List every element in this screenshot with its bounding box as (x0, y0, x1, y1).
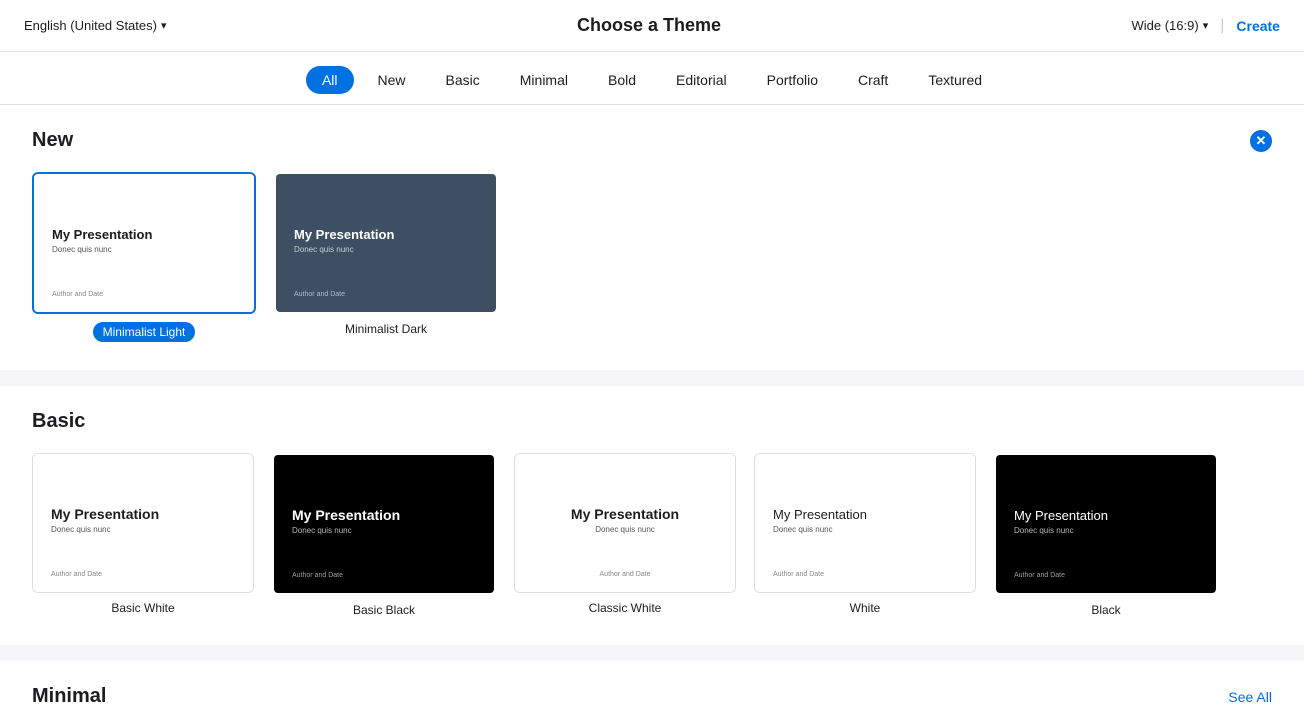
close-new-section-button[interactable]: ✕ (1250, 130, 1272, 152)
slide-title: My Presentation (292, 507, 476, 523)
classic-white-thumbnail: My Presentation Donec quis nunc Author a… (514, 453, 736, 593)
slide-title: My Presentation (294, 227, 478, 242)
slide-author: Author and Date (292, 572, 343, 579)
theme-black[interactable]: My Presentation Donec quis nunc Author a… (994, 453, 1218, 617)
slide-title: My Presentation (52, 227, 236, 242)
filter-bar: All New Basic Minimal Bold Editorial Por… (0, 52, 1304, 105)
minimal-section-header: Minimal See All (32, 685, 1272, 708)
slide-subtitle: Donec quis nunc (292, 526, 476, 535)
new-section: New ✕ My Presentation Donec quis nunc Au… (0, 105, 1304, 370)
minimalist-light-thumbnail: My Presentation Donec quis nunc Author a… (32, 172, 256, 314)
classic-white-preview: My Presentation Donec quis nunc Author a… (515, 454, 735, 592)
theme-minimalist-light[interactable]: My Presentation Donec quis nunc Author a… (32, 172, 256, 342)
close-icon: ✕ (1256, 134, 1267, 147)
slide-subtitle: Donec quis nunc (1014, 526, 1198, 535)
slide-title: My Presentation (1014, 508, 1198, 523)
white-thumbnail: My Presentation Donec quis nunc Author a… (754, 453, 976, 593)
minimalist-dark-label: Minimalist Dark (345, 322, 427, 336)
theme-classic-white[interactable]: My Presentation Donec quis nunc Author a… (514, 453, 736, 617)
slide-author: Author and Date (52, 291, 103, 298)
minimal-section: Minimal See All My Presentation Donec qu… (0, 661, 1304, 717)
basic-black-preview: My Presentation Donec quis nunc Author a… (274, 455, 494, 593)
filter-bold[interactable]: Bold (592, 66, 652, 94)
classic-white-label: Classic White (589, 601, 662, 615)
slide-subtitle: Donec quis nunc (294, 245, 478, 254)
slide-author: Author and Date (600, 571, 651, 578)
chevron-down-icon: ▾ (161, 19, 167, 32)
basic-black-thumbnail: My Presentation Donec quis nunc Author a… (272, 453, 496, 595)
theme-basic-white[interactable]: My Presentation Donec quis nunc Author a… (32, 453, 254, 617)
basic-section-title: Basic (32, 410, 85, 433)
new-basic-divider (0, 378, 1304, 386)
minimalist-dark-preview: My Presentation Donec quis nunc Author a… (276, 174, 496, 312)
basic-black-label: Basic Black (353, 603, 415, 617)
basic-white-preview: My Presentation Donec quis nunc Author a… (33, 454, 253, 592)
filter-new[interactable]: New (362, 66, 422, 94)
slide-author: Author and Date (773, 571, 824, 578)
white-label: White (850, 601, 881, 615)
language-label: English (United States) (24, 18, 157, 33)
slide-subtitle: Donec quis nunc (773, 525, 957, 534)
slide-title: My Presentation (51, 506, 235, 522)
see-all-minimal-button[interactable]: See All (1228, 689, 1272, 705)
slide-author: Author and Date (51, 571, 102, 578)
filter-craft[interactable]: Craft (842, 66, 904, 94)
minimalist-dark-thumbnail: My Presentation Donec quis nunc Author a… (274, 172, 498, 314)
new-section-title: New (32, 129, 73, 152)
basic-theme-grid: My Presentation Donec quis nunc Author a… (32, 453, 1272, 617)
basic-white-thumbnail: My Presentation Donec quis nunc Author a… (32, 453, 254, 593)
create-button[interactable]: Create (1236, 18, 1280, 34)
white-preview: My Presentation Donec quis nunc Author a… (755, 454, 975, 592)
slide-title: My Presentation (533, 506, 717, 522)
slide-subtitle: Donec quis nunc (533, 525, 717, 534)
basic-section: Basic My Presentation Donec quis nunc Au… (0, 386, 1304, 645)
minimalist-light-preview: My Presentation Donec quis nunc Author a… (34, 174, 254, 312)
filter-portfolio[interactable]: Portfolio (751, 66, 834, 94)
theme-minimalist-dark[interactable]: My Presentation Donec quis nunc Author a… (274, 172, 498, 342)
basic-minimal-divider (0, 653, 1304, 661)
filter-all[interactable]: All (306, 66, 354, 94)
filter-minimal[interactable]: Minimal (504, 66, 584, 94)
slide-subtitle: Donec quis nunc (51, 525, 235, 534)
filter-basic[interactable]: Basic (430, 66, 496, 94)
slide-title: My Presentation (773, 507, 957, 522)
chevron-down-icon: ▾ (1203, 19, 1209, 32)
black-preview: My Presentation Donec quis nunc Author a… (996, 455, 1216, 593)
black-label: Black (1091, 603, 1120, 617)
new-section-header: New ✕ (32, 129, 1272, 152)
size-selector[interactable]: Wide (16:9) ▾ (1132, 18, 1209, 33)
main-content: New ✕ My Presentation Donec quis nunc Au… (0, 105, 1304, 717)
basic-white-label: Basic White (111, 601, 174, 615)
filter-editorial[interactable]: Editorial (660, 66, 743, 94)
size-label: Wide (16:9) (1132, 18, 1199, 33)
new-theme-grid: My Presentation Donec quis nunc Author a… (32, 172, 1272, 342)
slide-author: Author and Date (294, 291, 345, 298)
minimalist-light-label: Minimalist Light (93, 322, 196, 342)
minimal-section-title: Minimal (32, 685, 106, 708)
language-selector[interactable]: English (United States) ▾ (24, 18, 166, 33)
header-actions: Wide (16:9) ▾ | Create (1132, 17, 1280, 35)
slide-author: Author and Date (1014, 572, 1065, 579)
theme-white[interactable]: My Presentation Donec quis nunc Author a… (754, 453, 976, 617)
page-title: Choose a Theme (577, 15, 721, 36)
theme-basic-black[interactable]: My Presentation Donec quis nunc Author a… (272, 453, 496, 617)
header: English (United States) ▾ Choose a Theme… (0, 0, 1304, 52)
black-thumbnail: My Presentation Donec quis nunc Author a… (994, 453, 1218, 595)
basic-section-header: Basic (32, 410, 1272, 433)
filter-textured[interactable]: Textured (912, 66, 998, 94)
slide-subtitle: Donec quis nunc (52, 245, 236, 254)
